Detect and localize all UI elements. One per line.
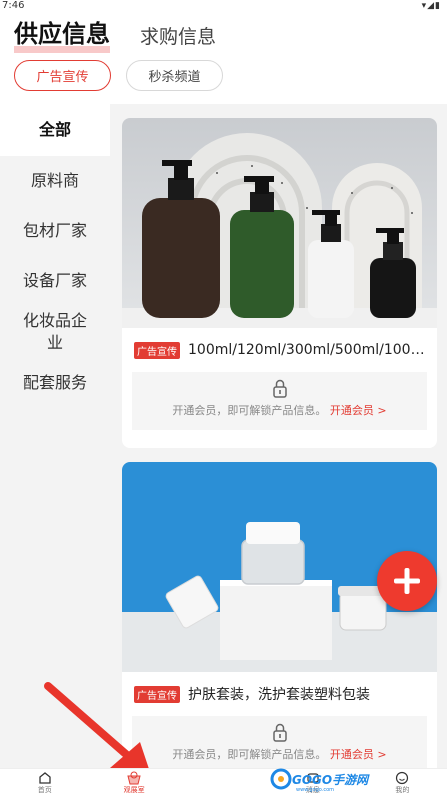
lock-message: 开通会员，即可解锁产品信息。 开通会员 > — [132, 746, 427, 762]
lock-text: 开通会员，即可解锁产品信息。 — [172, 404, 327, 417]
filter-pills: 广告宣传 秒杀频道 — [14, 60, 223, 91]
nav-home-label: 首页 — [37, 786, 52, 794]
sidebar-item-packaging[interactable]: 包材厂家 — [0, 206, 110, 256]
watermark-sub: www.gogo.com — [296, 787, 335, 793]
product-image-bottles[interactable] — [122, 118, 437, 328]
tab-purchase-info[interactable]: 求购信息 — [140, 22, 216, 53]
open-membership-link[interactable]: 开通会员 > — [330, 404, 387, 417]
header: 供应信息 求购信息 广告宣传 秒杀频道 — [0, 0, 447, 104]
lock-message: 开通会员，即可解锁产品信息。 开通会员 > — [132, 402, 427, 418]
product-card[interactable]: 广告宣传 100ml/120ml/300ml/500ml/1000ml 开通会员… — [122, 118, 437, 448]
nav-home[interactable]: 首页 — [0, 769, 89, 798]
sidebar-item-cosmetics-company[interactable]: 化妆品企业 — [0, 306, 110, 358]
product-list: 广告宣传 100ml/120ml/300ml/500ml/1000ml 开通会员… — [110, 104, 447, 768]
plus-icon — [394, 568, 420, 594]
product-title[interactable]: 100ml/120ml/300ml/500ml/1000ml — [188, 342, 425, 358]
annotation-arrow — [44, 682, 152, 778]
nav-me[interactable]: 我的 — [358, 769, 447, 798]
category-sidebar: 全部 原料商 包材厂家 设备厂家 化妆品企业 配套服务 — [0, 104, 110, 768]
basket-icon — [127, 771, 141, 785]
watermark-g-icon — [270, 768, 292, 790]
nav-exhibition-label: 观展室 — [123, 786, 145, 794]
top-tabs: 供应信息 求购信息 — [14, 14, 216, 53]
nav-me-label: 我的 — [395, 786, 410, 794]
status-bar: 7:46 ▾◢▮ — [0, 0, 447, 12]
smile-icon — [396, 771, 409, 785]
watermark-logo: GOGO手游网 www.gogo.com — [270, 768, 369, 793]
locked-info-box: 开通会员，即可解锁产品信息。 开通会员 > — [132, 372, 427, 430]
home-icon — [39, 772, 51, 784]
lock-text: 开通会员，即可解锁产品信息。 — [172, 748, 327, 761]
sidebar-item-raw-material[interactable]: 原料商 — [0, 156, 110, 206]
sidebar-item-support-services[interactable]: 配套服务 — [0, 358, 110, 408]
card-title-row: 广告宣传 护肤套装，洗护套装塑料包装 — [122, 672, 437, 716]
product-card[interactable]: 广告宣传 护肤套装，洗护套装塑料包装 开通会员，即可解锁产品信息。 开通会员 > — [122, 462, 437, 768]
status-time: 7:46 — [2, 0, 25, 11]
card-title-row: 广告宣传 100ml/120ml/300ml/500ml/1000ml — [122, 328, 437, 372]
lock-icon — [272, 723, 287, 742]
sidebar-item-equipment[interactable]: 设备厂家 — [0, 256, 110, 306]
product-title[interactable]: 护肤套装，洗护套装塑料包装 — [188, 684, 370, 704]
watermark-text: GOGO手游网 — [292, 772, 369, 787]
ad-tag: 广告宣传 — [134, 341, 180, 359]
locked-info-box: 开通会员，即可解锁产品信息。 开通会员 > — [132, 716, 427, 768]
pill-flash-sale[interactable]: 秒杀频道 — [126, 60, 223, 91]
sidebar-item-all[interactable]: 全部 — [0, 104, 110, 156]
status-icons: ▾◢▮ — [421, 1, 441, 11]
bottom-nav: 首页 观展室 消息 我的 — [0, 768, 447, 798]
tab-supply-info[interactable]: 供应信息 — [14, 14, 110, 53]
lock-icon — [272, 379, 287, 398]
nav-exhibition[interactable]: 观展室 — [89, 769, 178, 798]
add-post-button[interactable] — [377, 551, 437, 611]
open-membership-link[interactable]: 开通会员 > — [330, 748, 387, 761]
nav-blank — [179, 769, 268, 798]
pill-advertising[interactable]: 广告宣传 — [14, 60, 111, 91]
